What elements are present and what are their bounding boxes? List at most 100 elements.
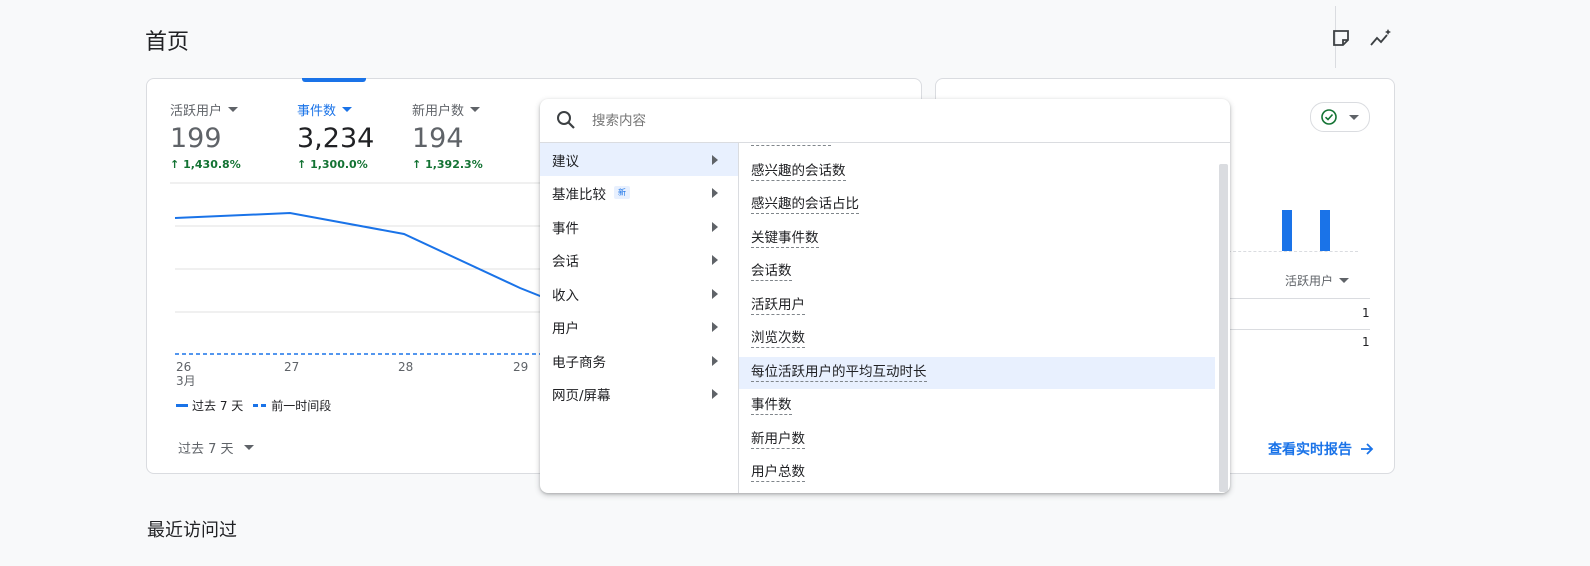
check-circle-icon bbox=[1321, 109, 1337, 125]
category-label: 电子商务 bbox=[552, 354, 606, 371]
legend-current: 过去 7 天 bbox=[192, 399, 244, 413]
metric-delta: 1,300.0% bbox=[310, 158, 368, 171]
realtime-row-value: 1 bbox=[1362, 306, 1370, 320]
category-label: 收入 bbox=[552, 287, 579, 304]
metric-value: 194 bbox=[412, 123, 464, 154]
line-chart bbox=[170, 182, 550, 355]
chevron-right-icon bbox=[712, 355, 718, 366]
category-item-users[interactable]: 用户 bbox=[540, 310, 738, 343]
caret-down-icon bbox=[1349, 114, 1359, 120]
caret-down-icon bbox=[342, 107, 353, 112]
realtime-column-label: 活跃用户 bbox=[1285, 274, 1334, 288]
view-realtime-link[interactable]: 查看实时报告 bbox=[1268, 439, 1374, 459]
metric-option-label: 每位活跃用户的平均互动时长 bbox=[751, 364, 927, 382]
metric-delta: 1,430.8% bbox=[183, 158, 241, 171]
search-icon bbox=[557, 111, 575, 129]
view-realtime-label: 查看实时报告 bbox=[1268, 442, 1352, 458]
metric-tab-active-users[interactable]: 活跃用户 199 ↑ 1,430.8% bbox=[170, 100, 241, 171]
category-item-revenue[interactable]: 收入 bbox=[540, 277, 738, 310]
chevron-right-icon bbox=[712, 321, 718, 332]
caret-down-icon bbox=[243, 445, 254, 450]
arrow-up-icon: ↑ bbox=[297, 158, 307, 171]
chevron-right-icon bbox=[712, 288, 718, 299]
category-label: 基准比较 bbox=[552, 186, 606, 203]
metric-option-list: 感兴趣的会话数 感兴趣的会话占比 关键事件数 会话数 活跃用户 浏览次数 每位活… bbox=[739, 143, 1230, 493]
metric-option[interactable]: 会话数 bbox=[739, 256, 1215, 288]
category-item-events[interactable]: 事件 bbox=[540, 210, 738, 243]
metric-option-label: 事件数 bbox=[751, 397, 792, 415]
chevron-right-icon bbox=[712, 154, 718, 165]
category-label: 事件 bbox=[552, 220, 579, 237]
metric-option[interactable]: 感兴趣的会话占比 bbox=[739, 189, 1215, 221]
arrow-up-icon: ↑ bbox=[170, 158, 180, 171]
caret-down-icon bbox=[1339, 278, 1350, 283]
scrollbar[interactable] bbox=[1219, 164, 1228, 492]
metric-option-label: 新用户数 bbox=[751, 431, 805, 449]
category-label: 用户 bbox=[552, 320, 579, 337]
metric-label: 活跃用户 bbox=[170, 104, 223, 119]
arrow-right-icon bbox=[1361, 443, 1374, 455]
new-badge: 新 bbox=[614, 186, 630, 199]
metric-option[interactable]: 关键事件数 bbox=[739, 223, 1215, 255]
metric-value: 3,234 bbox=[297, 123, 375, 154]
caret-down-icon bbox=[228, 107, 239, 112]
legend-dash-swatch bbox=[253, 404, 268, 407]
category-item-suggestions[interactable]: 建议 bbox=[540, 143, 738, 176]
status-check-button[interactable] bbox=[1310, 102, 1370, 132]
metric-option-label: 感兴趣的会话占比 bbox=[751, 196, 859, 214]
metric-option[interactable]: 用户总数 bbox=[739, 457, 1215, 489]
category-item-ecommerce[interactable]: 电子商务 bbox=[540, 344, 738, 377]
metric-tab-new-users[interactable]: 新用户数 194 ↑ 1,392.3% bbox=[412, 100, 483, 171]
x-tick-label: 27 bbox=[284, 360, 300, 374]
category-list: 建议 基准比较新 事件 会话 收入 用户 电子商务 网页/屏幕 bbox=[540, 143, 739, 493]
date-range-button[interactable]: 过去 7 天 bbox=[178, 438, 254, 457]
divider bbox=[1228, 298, 1370, 299]
category-item-pages-screens[interactable]: 网页/屏幕 bbox=[540, 377, 738, 410]
caret-down-icon bbox=[470, 107, 481, 112]
x-tick-label: 29 bbox=[513, 360, 529, 374]
page-title: 首页 bbox=[145, 30, 190, 55]
chevron-right-icon bbox=[712, 221, 718, 232]
note-icon[interactable] bbox=[1329, 26, 1353, 50]
search-input[interactable] bbox=[590, 107, 1194, 135]
realtime-bar bbox=[1320, 210, 1330, 251]
category-label: 会话 bbox=[552, 253, 579, 270]
realtime-metric-selector[interactable]: 活跃用户 bbox=[1285, 272, 1350, 289]
metric-picker-dropdown: 建议 基准比较新 事件 会话 收入 用户 电子商务 网页/屏幕 感兴趣的会话数 … bbox=[540, 99, 1230, 493]
clipped-option-fragment bbox=[751, 143, 831, 146]
metric-option-label: 用户总数 bbox=[751, 464, 805, 482]
metric-option[interactable]: 新用户数 bbox=[739, 424, 1215, 456]
divider bbox=[1228, 329, 1370, 330]
metric-value: 199 bbox=[170, 123, 222, 154]
insights-icon[interactable] bbox=[1369, 26, 1393, 50]
chart-legend: 过去 7 天 前一时间段 bbox=[176, 397, 331, 414]
metric-tab-events[interactable]: 事件数 3,234 ↑ 1,300.0% bbox=[297, 100, 374, 171]
metric-option[interactable]: 活跃用户 bbox=[739, 290, 1215, 322]
metric-option[interactable]: 感兴趣的会话数 bbox=[739, 156, 1215, 188]
metric-option[interactable]: 浏览次数 bbox=[739, 323, 1215, 355]
realtime-baseline bbox=[1228, 251, 1358, 252]
legend-previous: 前一时间段 bbox=[271, 399, 332, 413]
chevron-right-icon bbox=[712, 254, 718, 265]
category-item-sessions[interactable]: 会话 bbox=[540, 243, 738, 276]
arrow-up-icon: ↑ bbox=[412, 158, 422, 171]
realtime-bar bbox=[1282, 210, 1292, 251]
category-label: 网页/屏幕 bbox=[552, 387, 611, 404]
metric-option[interactable]: 事件数 bbox=[739, 390, 1215, 422]
metric-option-label: 关键事件数 bbox=[751, 230, 819, 248]
metric-label: 新用户数 bbox=[412, 104, 465, 119]
active-tab-indicator bbox=[302, 78, 366, 82]
metric-option-label: 活跃用户 bbox=[751, 297, 805, 315]
metric-option-highlighted[interactable]: 每位活跃用户的平均互动时长 bbox=[739, 357, 1215, 389]
legend-line-swatch bbox=[176, 404, 188, 407]
realtime-row-value: 1 bbox=[1362, 335, 1370, 349]
date-range-label: 过去 7 天 bbox=[178, 442, 234, 457]
chevron-right-icon bbox=[712, 388, 718, 399]
metric-option-label: 会话数 bbox=[751, 263, 792, 281]
x-sub-label: 3月 bbox=[176, 374, 196, 388]
x-tick-label: 28 bbox=[398, 360, 414, 374]
metric-label: 事件数 bbox=[297, 104, 337, 119]
metric-option-label: 浏览次数 bbox=[751, 330, 805, 348]
category-item-benchmark[interactable]: 基准比较新 bbox=[540, 176, 738, 209]
recent-section-title: 最近访问过 bbox=[147, 520, 237, 541]
